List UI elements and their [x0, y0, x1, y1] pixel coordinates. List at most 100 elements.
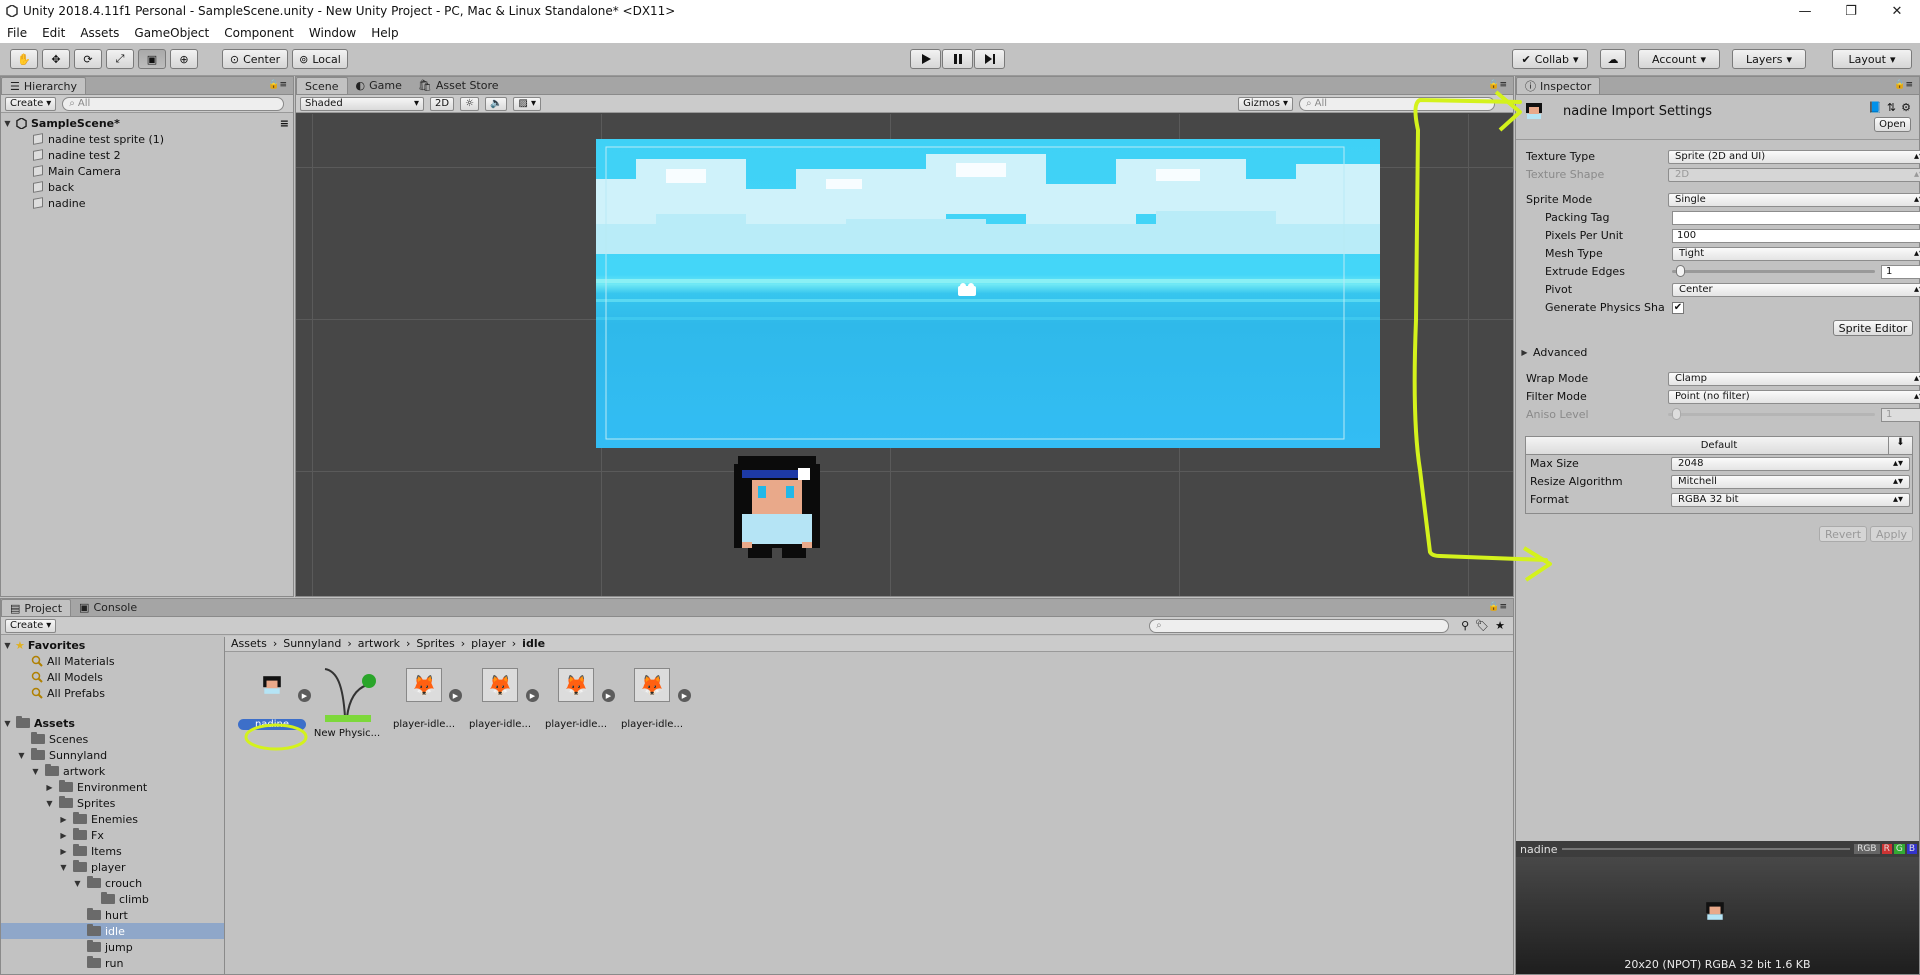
favorite-item[interactable]: All Models [1, 669, 224, 685]
tree-item-items[interactable]: ▶ Items [1, 843, 224, 859]
tree-item-enemies[interactable]: ▶ Enemies [1, 811, 224, 827]
create-dropdown[interactable]: Create ▾ [5, 96, 57, 111]
apply-button[interactable]: Apply [1870, 526, 1913, 542]
panel-menu-icon[interactable]: 🔒≡ [1894, 80, 1913, 90]
tab-scene[interactable]: Scene [296, 77, 348, 94]
minimize-icon[interactable]: — [1782, 4, 1828, 19]
extrude-edges-slider[interactable]: 1 [1672, 264, 1920, 279]
scene-search-input[interactable]: ⌕ All [1299, 96, 1495, 111]
tab-game[interactable]: ◐ Game [348, 77, 410, 94]
expand-arrow-icon[interactable]: ▼ [3, 119, 12, 128]
expand-asset-icon[interactable]: ▶ [449, 689, 462, 702]
collab-dropdown[interactable]: ✔ Collab ▾ [1512, 49, 1588, 69]
tree-item-jump[interactable]: jump [1, 939, 224, 955]
project-search-input[interactable]: ⌕ [1149, 618, 1450, 633]
panel-menu-icon[interactable]: 🔒≡ [1488, 80, 1507, 90]
extrude-edges-input[interactable]: 1 [1881, 264, 1920, 279]
breadcrumb-item[interactable]: player [471, 637, 506, 650]
collapse-arrow-icon[interactable]: ▶ [45, 783, 54, 792]
transform-tool-button[interactable]: ⊕ [170, 49, 198, 69]
move-tool-button[interactable]: ✥ [42, 49, 70, 69]
menu-file[interactable]: File [0, 26, 35, 40]
layout-dropdown[interactable]: Layout ▾ [1832, 49, 1912, 69]
hierarchy-item[interactable]: nadine test sprite (1) [1, 131, 293, 147]
project-create-dropdown[interactable]: Create ▾ [5, 618, 57, 633]
slider-knob[interactable] [1676, 265, 1685, 277]
assets-root[interactable]: ▼ Assets [1, 715, 224, 731]
expand-arrow-icon[interactable]: ▼ [59, 863, 68, 872]
audio-toggle[interactable]: 🔈 [485, 96, 508, 111]
gizmos-dropdown[interactable]: Gizmos ▾ [1238, 96, 1293, 111]
preview-drag-handle[interactable] [1561, 848, 1851, 850]
tree-item-run[interactable]: run [1, 955, 224, 971]
favorite-star-icon[interactable]: ★ [1495, 619, 1505, 632]
tree-item-climb[interactable]: climb [1, 891, 224, 907]
maximize-icon[interactable]: ❐ [1828, 4, 1874, 19]
settings-gear-icon[interactable]: ⚙ [1901, 101, 1911, 114]
tree-item-scenes[interactable]: Scenes [1, 731, 224, 747]
breadcrumb-item[interactable]: Sprites [416, 637, 454, 650]
preset-icon[interactable]: ⇅ [1887, 101, 1896, 114]
tree-item-player[interactable]: ▼ player [1, 859, 224, 875]
expand-asset-icon[interactable]: ▶ [602, 689, 615, 702]
rect-tool-button[interactable]: ▣ [138, 49, 166, 69]
max-size-dropdown[interactable]: 2048 ▴▾ [1671, 456, 1910, 471]
favorite-item[interactable]: All Materials [1, 653, 224, 669]
scale-tool-button[interactable]: ⤢ [106, 49, 134, 69]
blue-channel-toggle[interactable]: B [1906, 844, 1917, 854]
shading-mode-dropdown[interactable]: Shaded ▾ [300, 96, 424, 111]
filter-label-icon[interactable]: 🏷 [1475, 619, 1489, 632]
filter-type-icon[interactable]: ⚲ [1461, 619, 1469, 632]
tab-console[interactable]: ▣ Console [71, 599, 145, 616]
hierarchy-item[interactable]: back [1, 179, 293, 195]
expand-arrow-icon[interactable]: ▼ [17, 751, 26, 760]
rotate-tool-button[interactable]: ⟳ [74, 49, 102, 69]
rgb-channel-toggle[interactable]: RGB [1854, 844, 1880, 854]
hierarchy-item[interactable]: Main Camera [1, 163, 293, 179]
asset-player-idle[interactable]: 🦊 player-idle... [616, 668, 688, 730]
tree-item-idle[interactable]: idle [1, 923, 224, 939]
red-channel-toggle[interactable]: R [1881, 844, 1892, 854]
scene-viewport[interactable] [296, 114, 1513, 596]
format-dropdown[interactable]: RGBA 32 bit ▴▾ [1671, 492, 1910, 507]
expand-asset-icon[interactable]: ▶ [678, 689, 691, 702]
toggle-2d-button[interactable]: 2D [430, 96, 455, 111]
menu-edit[interactable]: Edit [35, 26, 73, 40]
breadcrumb-current[interactable]: idle [522, 637, 545, 650]
help-book-icon[interactable]: 📘 [1868, 101, 1882, 114]
layers-dropdown[interactable]: Layers ▾ [1732, 49, 1806, 69]
scene-menu-icon[interactable]: ≡ [280, 117, 289, 130]
breadcrumb-item[interactable]: Assets [231, 637, 267, 650]
tab-inspector[interactable]: ⓘ Inspector [1516, 77, 1601, 94]
asset-nadine[interactable]: nadine [236, 668, 308, 730]
sprite-editor-button[interactable]: Sprite Editor [1833, 320, 1913, 336]
expand-arrow-icon[interactable]: ▼ [3, 719, 12, 728]
lighting-toggle[interactable]: ☼ [460, 96, 480, 111]
hierarchy-item[interactable]: nadine [1, 195, 293, 211]
tab-project[interactable]: ▤ Project [1, 599, 72, 616]
tab-hierarchy[interactable]: ☰ Hierarchy [1, 77, 87, 94]
pivot-center-button[interactable]: ⊙ Center [222, 49, 288, 69]
nadine-character-sprite[interactable] [728, 450, 826, 562]
effects-dropdown[interactable]: ▨ ▾ [513, 96, 541, 111]
asset-player-idle[interactable]: 🦊 player-idle... [464, 668, 536, 730]
packing-tag-input[interactable] [1672, 210, 1920, 225]
panel-menu-icon[interactable]: 🔒≡ [268, 80, 287, 90]
wrap-mode-dropdown[interactable]: Clamp ▴▾ [1668, 371, 1920, 386]
tree-item-sprites[interactable]: ▼ Sprites [1, 795, 224, 811]
filter-mode-dropdown[interactable]: Point (no filter) ▴▾ [1668, 389, 1920, 404]
green-channel-toggle[interactable]: G [1893, 844, 1905, 854]
menu-assets[interactable]: Assets [73, 26, 127, 40]
hierarchy-item[interactable]: nadine test 2 [1, 147, 293, 163]
menu-gameobject[interactable]: GameObject [127, 26, 217, 40]
expand-asset-icon[interactable]: ▶ [526, 689, 539, 702]
pause-button[interactable] [942, 49, 973, 69]
menu-help[interactable]: Help [364, 26, 406, 40]
expand-arrow-icon[interactable]: ▼ [31, 767, 40, 776]
menu-window[interactable]: Window [302, 26, 364, 40]
hand-tool-button[interactable]: ✋ [10, 49, 38, 69]
tree-item-artwork[interactable]: ▼ artwork [1, 763, 224, 779]
revert-button[interactable]: Revert [1819, 526, 1867, 542]
download-icon[interactable]: ⬇ [1888, 437, 1912, 454]
asset-physics-material[interactable]: New Physic... [311, 668, 383, 739]
